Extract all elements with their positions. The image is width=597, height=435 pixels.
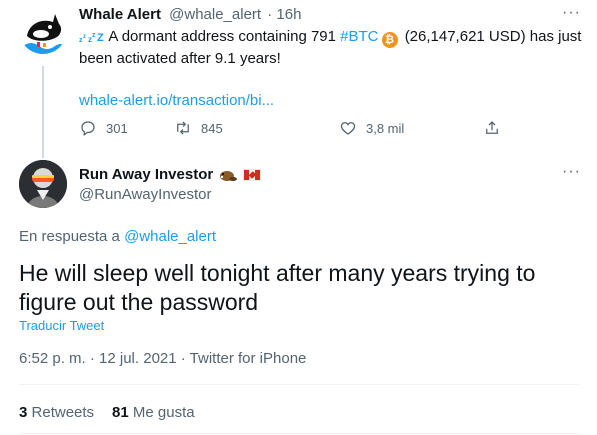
parent-tweet-text: z z z z Z A dormant address containing 7… — [79, 26, 589, 70]
reply-button[interactable]: 301 — [79, 119, 128, 137]
tweet-actions: 301 845 3,8 mil — [79, 119, 519, 139]
thread-line — [42, 66, 44, 158]
reply-author-handle[interactable]: @RunAwayInvestor — [79, 186, 212, 203]
beaver-emoji-icon — [220, 170, 238, 181]
btc-hashtag[interactable]: #BTC — [340, 28, 378, 45]
retweets-stat-count: 3 — [19, 404, 28, 421]
retweets-stat-label: Retweets — [31, 404, 95, 421]
share-button[interactable] — [483, 119, 501, 137]
svg-text:z: z — [83, 34, 86, 40]
divider — [19, 384, 579, 385]
reply-author-name[interactable]: Run Away Investor — [79, 166, 213, 183]
heart-icon — [340, 122, 356, 135]
likes-stat-count: 81 — [112, 404, 129, 421]
likes-stat[interactable]: 81 Me gusta — [112, 404, 195, 421]
run-away-investor-avatar[interactable] — [19, 160, 67, 208]
investor-avatar-icon — [19, 160, 67, 208]
parent-tweet-header: Whale Alert @whale_alert · 16h — [79, 6, 301, 24]
retweet-icon — [177, 121, 189, 135]
divider-bottom — [19, 433, 579, 434]
retweet-button[interactable]: 845 — [174, 119, 223, 137]
replying-to-mention[interactable]: @whale_alert — [124, 228, 216, 245]
tweet-stats: 3 Retweets 81 Me gusta — [19, 404, 195, 421]
reply-more-options-icon[interactable]: ··· — [562, 164, 581, 180]
tweet-text-part1: A dormant address containing 791 — [108, 28, 336, 45]
author-name[interactable]: Whale Alert — [79, 6, 161, 23]
like-button[interactable]: 3,8 mil — [339, 119, 404, 137]
reply-author-row: Run Away Investor — [79, 166, 262, 183]
more-options-icon[interactable]: ··· — [562, 5, 581, 21]
tweet-timestamp-source[interactable]: 6:52 p. m. · 12 jul. 2021 · Twitter for … — [19, 350, 306, 367]
transaction-link[interactable]: whale-alert.io/transaction/bi... — [79, 90, 274, 112]
zzz-sleep-icon: z z z z Z — [79, 30, 108, 44]
replying-to: En respuesta a @whale_alert — [19, 228, 216, 245]
share-icon — [486, 121, 498, 134]
reply-count: 301 — [106, 120, 128, 136]
likes-stat-label: Me gusta — [132, 404, 195, 421]
replying-prefix: En respuesta a — [19, 228, 120, 245]
bitcoin-icon: ₿ — [381, 32, 398, 48]
transaction-link-text[interactable]: whale-alert.io/transaction/bi... — [79, 92, 274, 109]
tweet-time[interactable]: · 16h — [267, 6, 301, 23]
svg-text:Z: Z — [97, 32, 104, 43]
reply-tweet-text: He will sleep well tonight after many ye… — [19, 260, 536, 315]
whale-alert-avatar[interactable] — [19, 6, 67, 54]
retweets-stat[interactable]: 3 Retweets — [19, 404, 94, 421]
author-handle[interactable]: @whale_alert — [169, 6, 261, 23]
canada-flag-icon — [243, 168, 262, 181]
translate-tweet-link[interactable]: Traducir Tweet — [19, 318, 104, 333]
like-count: 3,8 mil — [366, 120, 405, 136]
retweet-count: 845 — [201, 120, 223, 136]
parent-tweet[interactable]: Whale Alert @whale_alert · 16h ··· z z z… — [0, 0, 597, 158]
orca-avatar-icon — [19, 6, 67, 54]
svg-text:z: z — [92, 32, 96, 39]
reply-icon — [81, 121, 95, 137]
